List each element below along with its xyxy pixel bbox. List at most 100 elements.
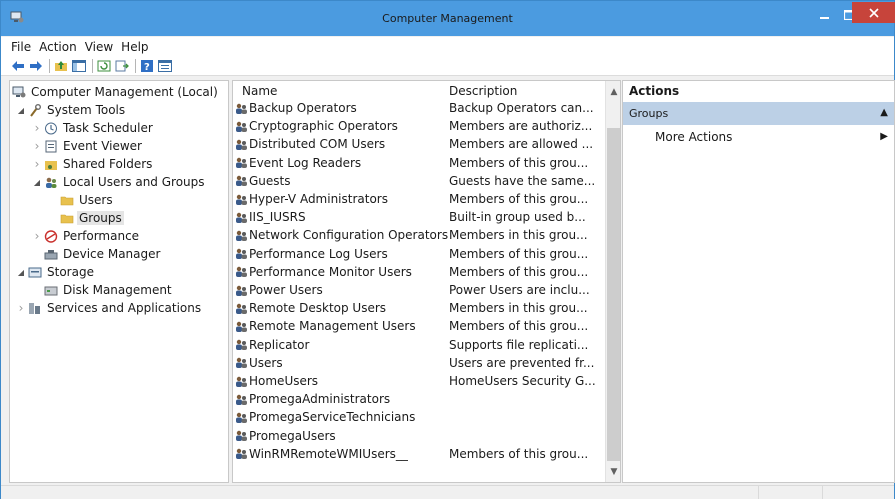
menu-file[interactable]: File xyxy=(11,40,31,54)
list-row[interactable]: Remote Management Users Members of this g… xyxy=(233,318,603,336)
group-name: Users xyxy=(249,355,283,370)
menu-action[interactable]: Action xyxy=(39,40,77,54)
group-name: Cryptographic Operators xyxy=(249,119,398,134)
up-folder-button[interactable] xyxy=(53,58,69,74)
group-icon xyxy=(235,302,249,315)
scroll-up-arrow-icon[interactable]: ▲ xyxy=(606,83,620,100)
navigation-tree[interactable]: Computer Management (Local) ◢ System Tools… xyxy=(9,80,229,483)
export-list-button[interactable] xyxy=(114,58,130,74)
group-name: Distributed COM Users xyxy=(249,137,386,152)
tree-item[interactable]: Computer Management (Local) xyxy=(12,83,220,101)
list-row[interactable]: Event Log Readers Members of this grou... xyxy=(233,155,603,173)
more-actions-label: More Actions xyxy=(655,130,733,144)
group-icon xyxy=(235,138,249,151)
collapsed-arrow-icon[interactable]: › xyxy=(32,157,42,171)
scroll-down-arrow-icon[interactable]: ▼ xyxy=(606,463,620,480)
tree-item[interactable]: Groups xyxy=(48,209,124,227)
back-icon xyxy=(12,60,24,71)
group-icon xyxy=(235,320,249,333)
list-row[interactable]: Users Users are prevented fr... xyxy=(233,355,603,373)
group-name: WinRMRemoteWMIUsers__ xyxy=(249,446,408,461)
group-name: HomeUsers xyxy=(249,374,319,388)
title-bar[interactable]: Computer Management xyxy=(1,1,895,36)
group-icon xyxy=(235,120,249,133)
list-row[interactable]: Performance Log Users Members of this gro… xyxy=(233,246,603,264)
tree-item-label: Event Viewer xyxy=(63,139,142,153)
more-actions-item[interactable]: More Actions ▶ xyxy=(623,127,894,147)
tree-item[interactable]: › Event Viewer xyxy=(32,137,144,155)
expanded-arrow-icon[interactable]: ◢ xyxy=(16,106,26,115)
group-description: Members of this grou... xyxy=(449,446,589,461)
tree-item[interactable]: Users xyxy=(48,191,115,209)
storage-icon xyxy=(28,266,42,279)
event-viewer-icon xyxy=(44,140,58,153)
group-description: Users are prevented fr... xyxy=(449,355,595,370)
collapsed-arrow-icon[interactable]: › xyxy=(32,121,42,135)
tree-item[interactable]: › Task Scheduler xyxy=(32,119,155,137)
collapse-up-icon[interactable]: ▲ xyxy=(880,107,888,118)
tree-item-label: Device Manager xyxy=(63,247,161,261)
group-name-cell: Performance Log Users xyxy=(235,247,388,261)
svg-text:?: ? xyxy=(144,62,150,72)
help-button[interactable]: ? xyxy=(139,58,155,74)
group-name-cell: PromegaServiceTechnicians xyxy=(235,410,415,424)
column-header-description[interactable]: Description xyxy=(449,81,599,101)
group-name-cell: Backup Operators xyxy=(235,101,357,115)
groups-list[interactable]: Name Description Backup Operators Backup … xyxy=(232,80,621,483)
back-button[interactable] xyxy=(10,58,26,74)
show-hide-tree-icon xyxy=(72,59,86,72)
expanded-arrow-icon[interactable]: ◢ xyxy=(32,178,42,187)
list-row[interactable]: Remote Desktop Users Members in this grou… xyxy=(233,300,603,318)
group-icon xyxy=(235,356,249,369)
list-row[interactable]: Distributed COM Users Members are allowed… xyxy=(233,136,603,154)
expanded-arrow-icon[interactable]: ◢ xyxy=(16,268,26,277)
submenu-arrow-icon: ▶ xyxy=(880,131,888,142)
collapsed-arrow-icon[interactable]: › xyxy=(32,229,42,243)
tree-item[interactable]: ◢ Local Users and Groups xyxy=(32,173,207,191)
show-hide-tree-button[interactable] xyxy=(71,58,87,74)
close-button[interactable] xyxy=(852,2,895,23)
tree-item[interactable]: ◢ System Tools xyxy=(16,101,127,119)
collapsed-arrow-icon[interactable]: › xyxy=(32,139,42,153)
tree-item[interactable]: › Services and Applications xyxy=(16,299,203,317)
list-row[interactable]: IIS_IUSRS Built-in group used b... xyxy=(233,209,603,227)
list-row[interactable]: WinRMRemoteWMIUsers__ Members of this gro… xyxy=(233,446,603,464)
forward-button[interactable] xyxy=(28,58,44,74)
column-header-name[interactable]: Name xyxy=(242,81,442,101)
actions-title: Actions xyxy=(629,84,680,98)
list-row[interactable]: Power Users Power Users are inclu... xyxy=(233,282,603,300)
list-row[interactable]: Backup Operators Backup Operators can... xyxy=(233,100,603,118)
tree-item[interactable]: › Shared Folders xyxy=(32,155,154,173)
vertical-scrollbar[interactable]: ▲ ▼ xyxy=(605,81,620,482)
menu-help[interactable]: Help xyxy=(121,40,148,54)
list-row[interactable]: PromegaServiceTechnicians xyxy=(233,409,603,427)
list-row[interactable]: PromegaAdministrators xyxy=(233,391,603,409)
list-row[interactable]: Cryptographic Operators Members are autho… xyxy=(233,118,603,136)
group-name-cell: Replicator xyxy=(235,338,309,352)
list-row[interactable]: Guests Guests have the same... xyxy=(233,173,603,191)
properties-button[interactable] xyxy=(157,58,173,74)
list-row[interactable]: Replicator Supports file replicati... xyxy=(233,337,603,355)
list-row[interactable]: Network Configuration Operators Members i… xyxy=(233,227,603,245)
minimize-icon xyxy=(820,16,829,19)
list-row[interactable]: Hyper-V Administrators Members of this gr… xyxy=(233,191,603,209)
tree-item[interactable]: Device Manager xyxy=(32,245,162,263)
actions-section-groups[interactable]: Groups ▲ xyxy=(623,102,894,125)
list-row[interactable]: PromegaUsers xyxy=(233,428,603,446)
list-row[interactable]: HomeUsers HomeUsers Security G... xyxy=(233,373,603,391)
group-icon xyxy=(235,447,249,460)
group-name-cell: WinRMRemoteWMIUsers__ xyxy=(235,447,408,461)
tree-item[interactable]: › Performance xyxy=(32,227,141,245)
refresh-button[interactable] xyxy=(96,58,112,74)
group-name-cell: Distributed COM Users xyxy=(235,137,385,151)
tree-item[interactable]: Disk Management xyxy=(32,281,174,299)
tree-item[interactable]: ◢ Storage xyxy=(16,263,96,281)
collapsed-arrow-icon[interactable]: › xyxy=(16,301,26,315)
task-scheduler-icon xyxy=(44,122,58,135)
toolbar-separator xyxy=(49,58,50,73)
group-description: Members of this grou... xyxy=(449,155,589,170)
menu-view[interactable]: View xyxy=(85,40,113,54)
tree-item-label: Computer Management (Local) xyxy=(31,85,218,99)
list-row[interactable]: Performance Monitor Users Members of this… xyxy=(233,264,603,282)
scrollbar-thumb[interactable] xyxy=(607,128,620,461)
